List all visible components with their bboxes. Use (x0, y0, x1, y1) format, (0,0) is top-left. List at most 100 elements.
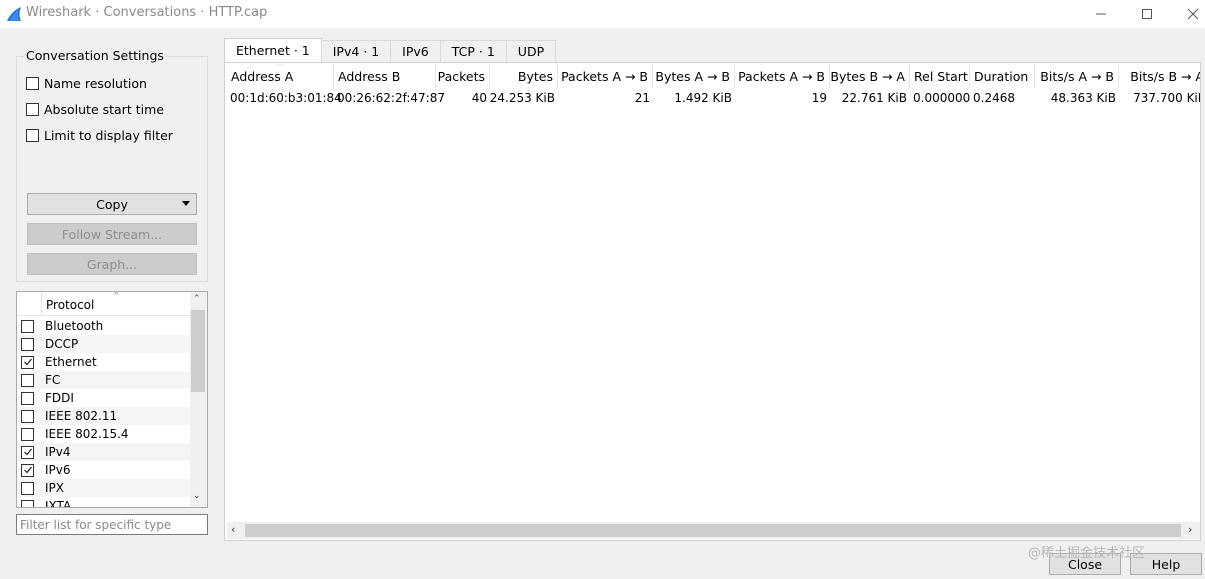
checkbox-box[interactable] (21, 409, 34, 423)
name-resolution-checkbox[interactable]: Name resolution (26, 76, 147, 91)
checkbox-box[interactable] (21, 337, 34, 351)
scrollbar-thumb[interactable] (245, 524, 1181, 537)
checkmark-icon (23, 448, 32, 456)
table-cell[interactable]: 24.253 KiB (490, 89, 558, 107)
table-cell[interactable]: 00:26:62:2f:47:87 (334, 89, 445, 107)
list-item[interactable]: IPv6 (17, 461, 192, 479)
protocol-list-header[interactable]: ^ Protocol (17, 292, 192, 316)
column-header-label: Bytes (517, 68, 553, 84)
list-item[interactable]: FDDI (17, 389, 192, 407)
list-item[interactable]: IPv4 (17, 443, 192, 461)
list-item[interactable]: IEEE 802.15.4 (17, 425, 192, 443)
conversation-tabs: Ethernet · 1 IPv4 · 1 IPv6 TCP · 1 UDP (224, 38, 557, 62)
checkbox-box[interactable] (21, 499, 34, 507)
horizontal-scrollbar[interactable]: ‹ › (227, 522, 1200, 539)
column-header[interactable]: Address A ^ (227, 64, 334, 88)
protocol-label: FC (45, 373, 61, 387)
close-window-button[interactable] (1170, 0, 1205, 28)
limit-display-filter-checkbox[interactable]: Limit to display filter (26, 128, 173, 143)
watermark-text: @稀土掘金技术社区 (1028, 546, 1146, 561)
table-cell[interactable]: 21 (558, 89, 653, 107)
checkbox-box[interactable] (21, 391, 34, 405)
title-bar[interactable]: Wireshark · Conversations · HTTP.cap (0, 0, 1205, 28)
column-header-label: Packets A → B (738, 68, 825, 84)
absolute-start-time-checkbox[interactable]: Absolute start time (26, 102, 164, 117)
header-separator (41, 292, 42, 316)
scroll-down-icon[interactable]: ⌄ (193, 491, 201, 501)
scroll-left-icon[interactable]: ‹ (231, 523, 235, 536)
checkbox-box[interactable] (21, 319, 34, 333)
column-header[interactable]: Packets A → B (735, 64, 830, 88)
checkbox-box[interactable] (21, 373, 34, 387)
tab-ipv4[interactable]: IPv4 · 1 (320, 40, 392, 62)
help-button-label: Help (1151, 556, 1181, 572)
checkbox-box[interactable] (26, 103, 39, 116)
table-cell[interactable]: 19 (735, 89, 830, 107)
column-header[interactable]: Packets A → B (558, 64, 653, 88)
table-cell[interactable]: 0.000000 (910, 89, 970, 107)
column-header-label: Bits/s B → A (1130, 68, 1200, 84)
list-item[interactable]: JXTA (17, 497, 192, 507)
tab-tcp[interactable]: TCP · 1 (439, 40, 507, 62)
protocol-label: DCCP (45, 337, 79, 351)
checkbox-box[interactable] (26, 77, 39, 90)
tab-udp[interactable]: UDP (505, 40, 557, 62)
protocol-filter-input[interactable] (16, 514, 208, 535)
column-header-label: Packets (437, 68, 485, 84)
tab-ethernet[interactable]: Ethernet · 1 (224, 38, 322, 62)
table-cell[interactable]: 0.2468 (970, 89, 1035, 107)
list-item[interactable]: FC (17, 371, 192, 389)
checkbox-box[interactable] (26, 129, 39, 142)
graph-button[interactable]: Graph... (27, 253, 197, 275)
column-header[interactable]: Duration (970, 64, 1035, 88)
checkbox-box[interactable] (21, 427, 34, 441)
conversation-table[interactable]: Address A ^ Address B Packets Bytes Packets A… (227, 64, 1200, 522)
column-header[interactable]: Bytes B → A (830, 64, 910, 88)
wireshark-fin-icon (7, 7, 21, 21)
list-item[interactable]: Ethernet (17, 353, 192, 371)
table-cell[interactable]: 22.761 KiB (830, 89, 910, 107)
minimize-button[interactable] (1078, 0, 1124, 28)
protocol-list[interactable]: ^ Protocol Bluetooth DCCP Ethernet FC FDDI IE… (16, 291, 208, 508)
copy-button[interactable]: Copy (27, 193, 197, 215)
scroll-up-icon[interactable]: ⌃ (193, 294, 201, 304)
checkbox-box[interactable] (21, 481, 34, 495)
table-cell[interactable]: 737.700 KiB (1119, 89, 1200, 107)
scrollbar-thumb[interactable] (191, 310, 205, 392)
protocol-label: FDDI (45, 391, 74, 405)
checkbox-checked-icon[interactable] (21, 355, 34, 369)
column-header-label: Packets A → B (561, 68, 648, 84)
conversation-settings-title: Conversation Settings (24, 48, 166, 63)
maximize-icon (1142, 9, 1152, 19)
column-header[interactable]: Bytes (490, 64, 558, 88)
column-header[interactable]: Address B (334, 64, 436, 88)
close-icon (1187, 8, 1199, 20)
conversations-window: Wireshark · Conversations · HTTP.cap Con… (0, 0, 1205, 579)
tab-ipv6[interactable]: IPv6 (390, 40, 441, 62)
column-header[interactable]: Bits/s B → A (1119, 64, 1200, 88)
scroll-right-icon[interactable]: › (1188, 523, 1192, 536)
table-cell[interactable]: 1.492 KiB (653, 89, 735, 107)
checkbox-checked-icon[interactable] (21, 445, 34, 459)
maximize-button[interactable] (1124, 0, 1170, 28)
table-cell[interactable]: 00:1d:60:b3:01:84 (227, 89, 342, 107)
protocol-label: IPX (45, 481, 64, 495)
protocol-list-scrollbar[interactable]: ⌃ ⌄ (190, 292, 207, 507)
follow-stream-button[interactable]: Follow Stream... (27, 223, 197, 245)
list-item[interactable]: DCCP (17, 335, 192, 353)
sort-up-icon: ^ (277, 64, 284, 70)
list-item[interactable]: IPX (17, 479, 192, 497)
list-item[interactable]: Bluetooth (17, 317, 192, 335)
table-cell[interactable]: 48.363 KiB (1035, 89, 1119, 107)
column-header[interactable]: Bits/s A → B (1035, 64, 1119, 88)
column-header[interactable]: Bytes A → B (653, 64, 735, 88)
column-header[interactable]: Rel Start (910, 64, 970, 88)
checkmark-icon (23, 358, 32, 366)
protocol-label: Ethernet (45, 355, 97, 369)
column-header[interactable]: Packets (436, 64, 490, 88)
list-item[interactable]: IEEE 802.11 (17, 407, 192, 425)
protocol-label: IEEE 802.15.4 (45, 427, 129, 441)
table-cell[interactable]: 40 (436, 89, 490, 107)
checkbox-checked-icon[interactable] (21, 463, 34, 477)
column-header-label: Bytes B → A (830, 68, 905, 84)
